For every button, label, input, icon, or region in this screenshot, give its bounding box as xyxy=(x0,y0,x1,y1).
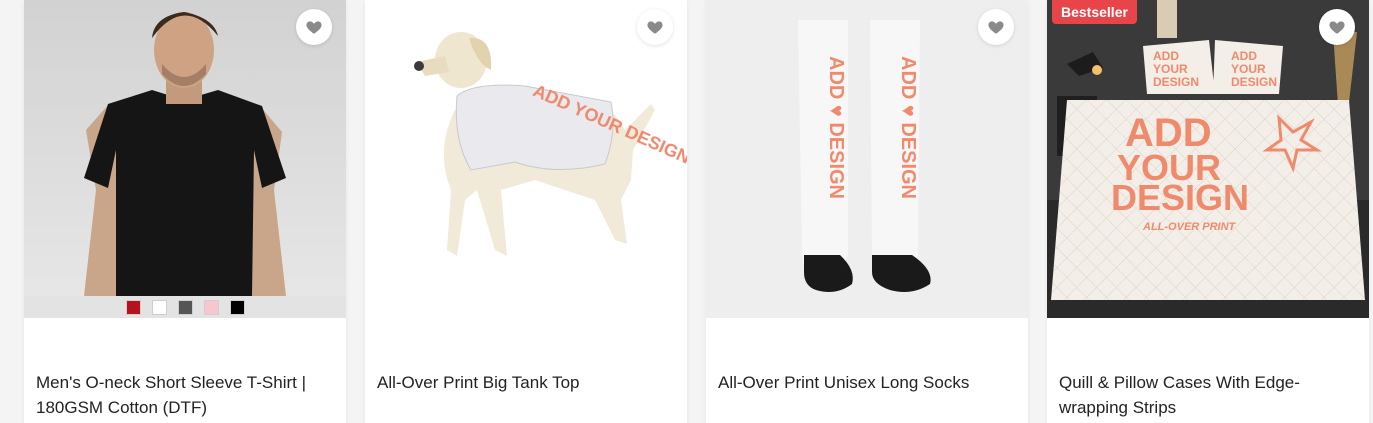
svg-text:DESIGN: DESIGN xyxy=(1111,177,1249,218)
product-image-quilt[interactable]: ADD YOUR DESIGN ADD YOUR DESIGN ADD YOUR… xyxy=(1047,0,1369,318)
product-card-tshirt[interactable]: Men's O-neck Short Sleeve T-Shirt | 180G… xyxy=(24,0,346,423)
favorite-button[interactable] xyxy=(978,9,1014,45)
product-card-quilt[interactable]: ADD YOUR DESIGN ADD YOUR DESIGN ADD YOUR… xyxy=(1047,0,1369,423)
heart-icon xyxy=(1329,21,1345,34)
swatch-white[interactable] xyxy=(151,299,167,315)
socks-illustration: ADD ♥ DESIGN ADD ♥ DESIGN xyxy=(706,0,1028,318)
favorite-button[interactable] xyxy=(637,9,673,45)
product-image-dog-tank[interactable]: ADD YOUR DESIGN xyxy=(365,0,687,318)
product-title[interactable]: Quill & Pillow Cases With Edge-wrapping … xyxy=(1059,370,1359,420)
favorite-button[interactable] xyxy=(296,9,332,45)
tshirt-model-illustration xyxy=(24,0,346,296)
favorite-button[interactable] xyxy=(1319,9,1355,45)
quilt-bedroom-illustration: ADD YOUR DESIGN ADD YOUR DESIGN ADD YOUR… xyxy=(1047,0,1369,318)
product-image-tshirt[interactable] xyxy=(24,0,346,318)
svg-text:DESIGN: DESIGN xyxy=(1231,75,1277,89)
product-card-tank-top[interactable]: ADD YOUR DESIGN All-Over Print Big Tank … xyxy=(365,0,687,423)
swatch-black[interactable] xyxy=(229,299,245,315)
product-card-long-socks[interactable]: ADD ♥ DESIGN ADD ♥ DESIGN All-Over Print… xyxy=(706,0,1028,423)
heart-icon xyxy=(647,21,663,34)
product-grid: Men's O-neck Short Sleeve T-Shirt | 180G… xyxy=(0,0,1373,423)
dog-tank-illustration: ADD YOUR DESIGN xyxy=(365,0,687,318)
svg-text:ADD: ADD xyxy=(1231,49,1257,63)
swatch-gray[interactable] xyxy=(177,299,193,315)
heart-icon xyxy=(988,21,1004,34)
svg-text:YOUR: YOUR xyxy=(1153,62,1188,76)
bestseller-badge: Bestseller xyxy=(1052,0,1137,24)
product-title[interactable]: All-Over Print Unisex Long Socks xyxy=(718,370,1018,395)
svg-text:DESIGN: DESIGN xyxy=(1153,75,1199,89)
product-title[interactable]: All-Over Print Big Tank Top xyxy=(377,370,677,395)
svg-text:YOUR: YOUR xyxy=(1231,62,1266,76)
svg-text:ADD: ADD xyxy=(1153,49,1179,63)
svg-text:ADD ♥ DESIGN: ADD ♥ DESIGN xyxy=(897,56,919,199)
color-swatches xyxy=(24,296,346,318)
swatch-pink[interactable] xyxy=(203,299,219,315)
swatch-red[interactable] xyxy=(125,299,141,315)
product-title[interactable]: Men's O-neck Short Sleeve T-Shirt | 180G… xyxy=(36,370,336,420)
svg-text:ALL-OVER PRINT: ALL-OVER PRINT xyxy=(1142,221,1237,233)
heart-icon xyxy=(306,21,322,34)
svg-text:ADD ♥ DESIGN: ADD ♥ DESIGN xyxy=(825,56,847,199)
product-image-socks[interactable]: ADD ♥ DESIGN ADD ♥ DESIGN xyxy=(706,0,1028,318)
